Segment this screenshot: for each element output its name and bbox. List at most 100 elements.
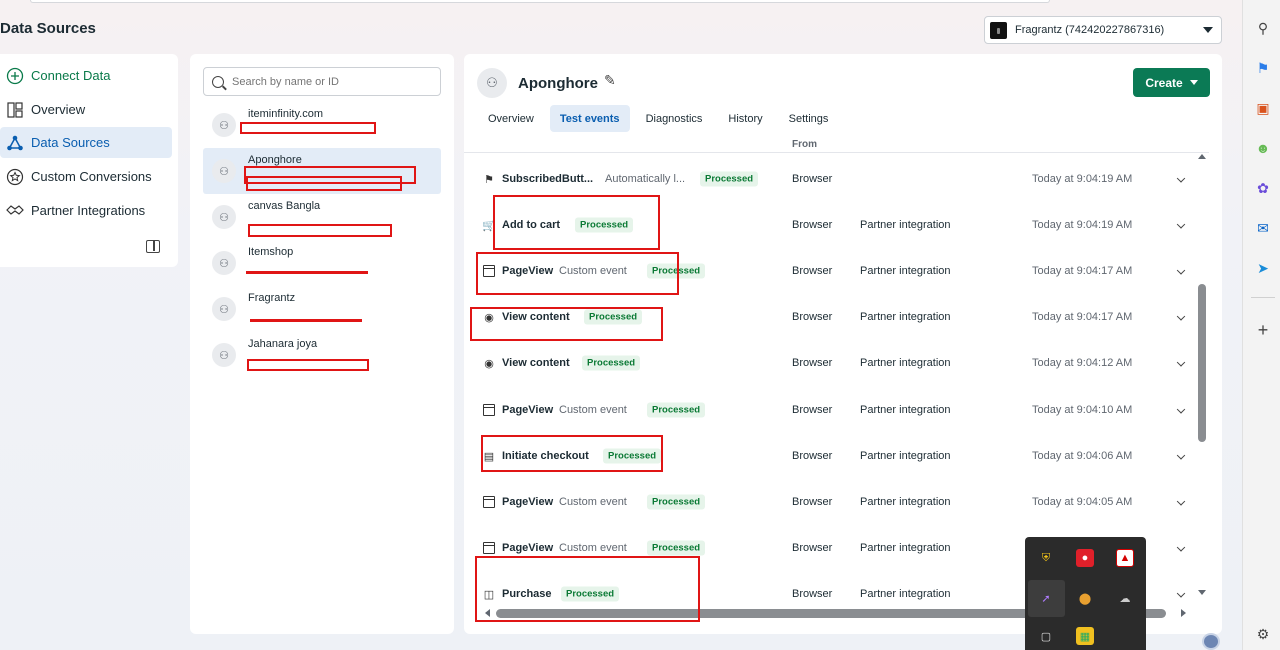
cookie-icon[interactable]: ⬤ (1076, 589, 1094, 607)
event-subtitle: Custom event (559, 542, 627, 554)
search-field[interactable] (203, 67, 441, 96)
event-method: Partner integration (860, 496, 951, 508)
pencil-edit-icon[interactable]: ✎ (604, 72, 616, 89)
event-method: Partner integration (860, 404, 951, 416)
chevron-down-icon[interactable] (1176, 589, 1186, 598)
event-row[interactable]: PageView Custom event Processed Browser … (464, 387, 1199, 433)
feather-icon[interactable]: ➚ (1037, 589, 1055, 607)
highlight-box (470, 307, 663, 341)
search-input[interactable] (232, 75, 432, 88)
nav-connect-data[interactable]: Connect Data (0, 60, 172, 91)
nav-partner-integrations[interactable]: Partner Integrations (0, 195, 172, 226)
event-name: SubscribedButt... (502, 173, 594, 185)
nav-data-sources[interactable]: Data Sources (0, 127, 172, 158)
source-item[interactable]: ⚇ Itemshop (203, 240, 441, 286)
scroll-right-arrow[interactable] (1181, 609, 1186, 617)
table-divider (464, 152, 1209, 153)
tab-settings[interactable]: Settings (779, 105, 839, 132)
event-method: Partner integration (860, 588, 951, 600)
browser-bar-edge (30, 0, 1050, 3)
chevron-down-icon[interactable] (1176, 220, 1186, 229)
data-sources-list: ⚇ iteminfinity.com ⚇ Aponghore ⚇ canvas … (190, 54, 454, 634)
pixel-icon: ⚇ (212, 297, 236, 321)
status-badge: Processed (647, 494, 706, 510)
shield-warning-icon[interactable]: ⛨ (1037, 549, 1055, 567)
create-button[interactable]: Create (1133, 68, 1210, 97)
source-item[interactable]: ⚇ Jahanara joya (203, 332, 441, 378)
event-source: Browser (792, 265, 833, 277)
highlight-box (481, 435, 663, 472)
chevron-down-icon[interactable] (1176, 405, 1186, 414)
event-row[interactable]: PageView Custom event Processed Browser … (464, 479, 1199, 525)
nav-label: Partner Integrations (31, 203, 146, 218)
redaction-mark (246, 176, 402, 191)
event-source: Browser (792, 496, 833, 508)
tab-test-events[interactable]: Test events (549, 105, 630, 132)
nav-custom-conversions[interactable]: Custom Conversions (0, 161, 172, 192)
system-tray-popup: ⛨ ● ▲ ➚ ⬤ ☁ ▢ ▦ (1025, 537, 1146, 650)
chevron-down-icon[interactable] (1176, 266, 1186, 275)
event-subtitle: Custom event (559, 404, 627, 416)
scroll-up-arrow[interactable] (1198, 154, 1206, 159)
nav-overview[interactable]: Overview (0, 94, 172, 125)
tag-icon[interactable]: ⚑ (1255, 60, 1271, 76)
event-time: Today at 9:04:12 AM (1032, 357, 1133, 369)
chevron-down-icon[interactable] (1176, 451, 1186, 460)
search-icon (212, 75, 224, 88)
tab-overview[interactable]: Overview (477, 105, 544, 132)
chevron-down-icon[interactable] (1176, 497, 1186, 506)
redaction-mark (246, 271, 368, 274)
redaction-mark (250, 319, 362, 322)
vertical-scrollbar[interactable] (1198, 284, 1206, 442)
event-time: Today at 9:04:19 AM (1032, 219, 1133, 231)
event-name: View content (502, 357, 570, 369)
outlook-icon[interactable]: ✉ (1255, 220, 1271, 236)
event-name: PageView (502, 404, 554, 416)
plus-circle-icon (5, 66, 25, 86)
chevron-down-icon[interactable] (1176, 312, 1186, 321)
cloud-off-icon[interactable]: ☁ (1116, 589, 1134, 607)
copilot-icon[interactable]: ✿ (1255, 180, 1271, 196)
app-icon[interactable]: ▦ (1076, 627, 1094, 645)
grid-icon (5, 100, 25, 120)
toolbox-icon[interactable]: ▣ (1255, 100, 1271, 116)
monitor-icon[interactable]: ▢ (1037, 627, 1055, 645)
highlight-box (493, 195, 660, 250)
pixel-icon: ⚇ (212, 159, 236, 183)
send-icon[interactable]: ➤ (1255, 260, 1271, 276)
sidebar-divider (1251, 297, 1275, 298)
source-item[interactable]: ⚇ Fragrantz (203, 286, 441, 332)
source-name: Fragrantz (248, 292, 296, 304)
add-icon[interactable]: + (1255, 320, 1271, 340)
chevron-down-icon[interactable] (1176, 358, 1186, 367)
column-header-from: From (792, 139, 817, 147)
scroll-down-arrow[interactable] (1198, 590, 1206, 595)
event-time: Today at 9:04:17 AM (1032, 311, 1133, 323)
search-icon[interactable]: ⚲ (1255, 20, 1271, 36)
highlight-box (475, 556, 700, 622)
tab-history[interactable]: History (718, 105, 772, 132)
event-method: Partner integration (860, 542, 951, 554)
chevron-down-icon[interactable] (1176, 174, 1186, 183)
event-subtitle: Custom event (559, 496, 627, 508)
tab-diagnostics[interactable]: Diagnostics (636, 105, 713, 132)
event-name: PageView (502, 496, 554, 508)
people-icon[interactable]: ☻ (1255, 140, 1271, 156)
event-row[interactable]: ◉ View content Processed Browser Partner… (464, 340, 1199, 386)
event-time: Today at 9:04:17 AM (1032, 265, 1133, 277)
gear-icon[interactable]: ⚙ (1255, 626, 1271, 642)
chevron-down-icon[interactable] (1176, 543, 1186, 552)
collapse-panel-icon[interactable] (146, 240, 160, 253)
event-time: Today at 9:04:06 AM (1032, 450, 1133, 462)
globe-icon[interactable] (1202, 633, 1220, 650)
event-method: Partner integration (860, 265, 951, 277)
chevron-down-icon (1189, 80, 1198, 85)
event-source: Browser (792, 357, 833, 369)
redaction-mark (247, 359, 369, 371)
status-badge: Processed (647, 402, 706, 418)
status-badge: Processed (647, 540, 706, 556)
account-selector[interactable]: Fragrantz (742420227867316) (984, 16, 1222, 44)
pdf-icon[interactable]: ▲ (1116, 549, 1134, 567)
redaction-mark (248, 224, 392, 237)
record-icon[interactable]: ● (1076, 549, 1094, 567)
